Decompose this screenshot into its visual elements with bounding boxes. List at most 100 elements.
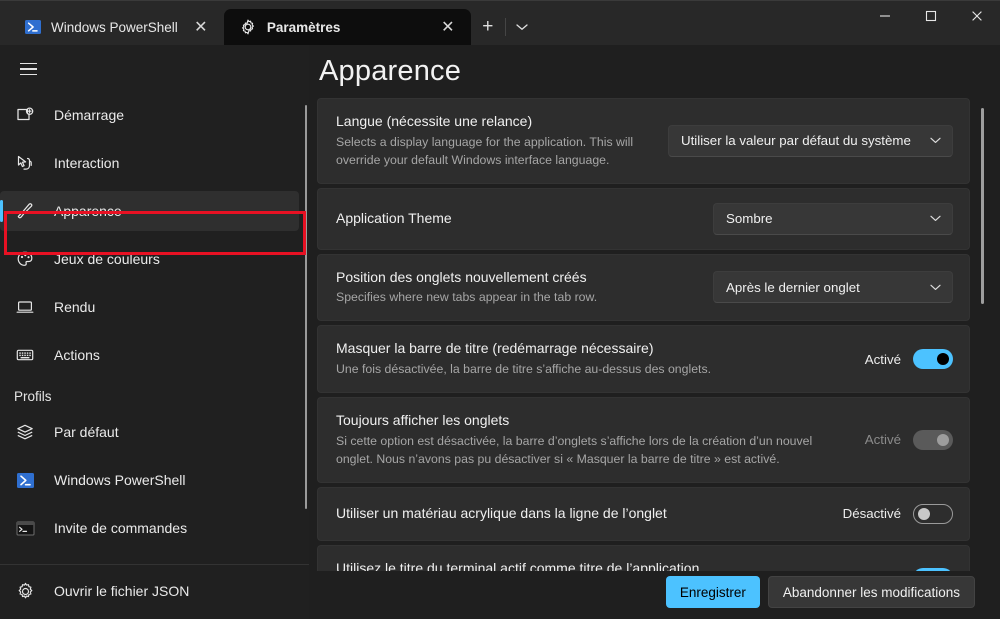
- setting-description: Si cette option est désactivée, la barre…: [336, 433, 813, 466]
- setting-text: Langue (nécessite une relance) Selects a…: [336, 112, 654, 170]
- setting-title: Toujours afficher les onglets: [336, 411, 510, 428]
- page-header: Apparence: [309, 45, 1000, 98]
- color-palette-icon: [14, 249, 36, 269]
- minimize-icon: [880, 15, 890, 17]
- hamburger-menu-icon[interactable]: [4, 49, 52, 89]
- tab-title: Windows PowerShell: [51, 19, 178, 35]
- setting-control: Activé: [865, 349, 953, 370]
- powershell-icon: [24, 19, 41, 36]
- laptop-icon: [14, 297, 36, 317]
- sidebar-footer: Ouvrir le fichier JSON: [0, 564, 309, 619]
- sidebar-item-demarrage[interactable]: Démarrage: [0, 95, 299, 135]
- sidebar-section-profils: Profils: [14, 389, 52, 404]
- sidebar-item-label: Par défaut: [54, 424, 119, 440]
- close-icon: [972, 11, 982, 21]
- sidebar-item-label: Invite de commandes: [54, 520, 188, 536]
- windows-terminal-window: Windows PowerShell ✕ Paramètres ✕ + Déma…: [0, 0, 1000, 619]
- toggle-knob: [937, 433, 949, 446]
- sidebar-item-rendu[interactable]: Rendu: [0, 287, 299, 327]
- setting-row-hide-title-bar: Masquer la barre de titre (redémarrage n…: [317, 325, 970, 393]
- command-prompt-icon: [14, 519, 36, 538]
- use-terminal-title-toggle[interactable]: [913, 568, 953, 571]
- chevron-down-icon: [516, 24, 528, 30]
- maximize-button[interactable]: [908, 0, 954, 32]
- layers-icon: [14, 422, 36, 442]
- setting-title: Utilisez le titre du terminal actif comm…: [336, 559, 700, 571]
- gear-icon: [14, 582, 36, 601]
- setting-row-use-terminal-title: Utilisez le titre du terminal actif comm…: [317, 544, 970, 571]
- powershell-icon: [14, 471, 36, 490]
- close-button[interactable]: [954, 0, 1000, 32]
- gear-icon: [240, 19, 257, 36]
- setting-title: Langue (nécessite une relance): [336, 113, 533, 129]
- sidebar-item-label: Démarrage: [54, 107, 125, 123]
- toggle-knob: [918, 507, 930, 520]
- page-title: Apparence: [319, 55, 462, 87]
- toggle-state-label: Activé: [864, 432, 901, 448]
- setting-row-acrylic-tab-row: Utiliser un matériau acrylique dans la l…: [317, 486, 970, 541]
- sidebar-item-apparence[interactable]: Apparence: [0, 191, 299, 231]
- setting-title: Masquer la barre de titre (redémarrage n…: [336, 340, 654, 357]
- setting-description: Selects a display language for the appli…: [336, 134, 634, 167]
- save-button[interactable]: Enregistrer: [665, 576, 760, 608]
- setting-row-language: Langue (nécessite une relance) Selects a…: [317, 98, 970, 184]
- setting-description: Une fois désactivée, la barre de titre s…: [336, 362, 712, 377]
- sidebar-scrollbar[interactable]: [305, 105, 307, 509]
- language-dropdown[interactable]: Utiliser la valeur par défaut du système: [668, 124, 953, 157]
- dropdown-value: Sombre: [726, 211, 773, 227]
- acrylic-tab-row-toggle[interactable]: [913, 503, 953, 524]
- sidebar-item-label: Apparence: [54, 203, 122, 219]
- sidebar-item-actions[interactable]: Actions: [0, 335, 299, 375]
- sidebar-item-interaction[interactable]: Interaction: [0, 143, 299, 183]
- startup-icon: [14, 105, 36, 125]
- tab-parametres[interactable]: Paramètres ✕: [223, 9, 471, 45]
- sidebar-item-jeux-de-couleurs[interactable]: Jeux de couleurs: [0, 239, 299, 279]
- discard-changes-button[interactable]: Abandonner les modifications: [767, 576, 975, 608]
- setting-text: Utilisez le titre du terminal actif comm…: [336, 559, 851, 571]
- main-scrollbar[interactable]: [981, 108, 984, 304]
- chevron-down-icon: [930, 284, 941, 291]
- setting-control: Activé: [865, 568, 953, 571]
- sidebar-profile-invite-de-commandes[interactable]: Invite de commandes: [0, 508, 299, 548]
- dropdown-value: Utiliser la valeur par défaut du système: [681, 133, 911, 149]
- setting-text: Position des onglets nouvellement créés …: [336, 268, 699, 308]
- setting-row-always-show-tabs: Toujours afficher les onglets Si cette o…: [317, 396, 970, 483]
- settings-main-panel: Apparence Langue (nécessite une relance)…: [309, 45, 1000, 619]
- hide-title-bar-toggle[interactable]: [913, 349, 953, 370]
- setting-control: Sombre: [713, 202, 953, 235]
- setting-title: Utiliser un matériau acrylique dans la l…: [336, 505, 667, 522]
- tab-close-button[interactable]: ✕: [435, 14, 461, 40]
- sidebar-profile-azure-cloud-shell[interactable]: Azure Cloud Shell: [0, 556, 299, 564]
- sidebar-item-label: Ouvrir le fichier JSON: [54, 583, 190, 599]
- minimize-button[interactable]: [862, 0, 908, 32]
- tab-title: Paramètres: [266, 19, 341, 35]
- chevron-down-icon: [930, 137, 941, 144]
- window-controls: [862, 0, 1000, 45]
- setting-title: Application Theme: [336, 210, 452, 227]
- tab-dropdown-button[interactable]: [504, 9, 539, 45]
- paintbrush-icon: [14, 201, 36, 221]
- sidebar-item-label: Interaction: [54, 155, 120, 171]
- tab-close-button[interactable]: ✕: [188, 14, 214, 40]
- setting-control: Désactivé: [843, 503, 953, 524]
- application-theme-dropdown[interactable]: Sombre: [713, 202, 953, 235]
- maximize-icon: [925, 10, 937, 22]
- interaction-cursor-icon: [14, 153, 36, 173]
- setting-text: Utiliser un matériau acrylique dans la l…: [336, 504, 829, 523]
- toggle-knob: [937, 353, 949, 366]
- sidebar-item-open-json-file[interactable]: Ouvrir le fichier JSON: [0, 571, 309, 611]
- tab-strip: Windows PowerShell ✕ Paramètres ✕ +: [0, 0, 539, 45]
- new-tab-position-dropdown[interactable]: Après le dernier onglet: [713, 271, 953, 304]
- sidebar-profile-windows-powershell[interactable]: Windows PowerShell: [0, 460, 299, 500]
- setting-description: Specifies where new tabs appear in the t…: [336, 290, 598, 305]
- tab-windows-powershell[interactable]: Windows PowerShell ✕: [8, 9, 224, 45]
- settings-sidebar: Démarrage Interaction Apparence Jeux de …: [0, 45, 309, 619]
- setting-title: Position des onglets nouvellement créés: [336, 268, 587, 285]
- sidebar-profile-par-defaut[interactable]: Par défaut: [0, 412, 299, 452]
- new-tab-button[interactable]: +: [471, 9, 505, 45]
- setting-text: Toujours afficher les onglets Si cette o…: [336, 411, 851, 469]
- setting-text: Application Theme: [336, 209, 699, 228]
- keyboard-icon: [14, 345, 36, 365]
- settings-footer: Enregistrer Abandonner les modifications: [309, 571, 1000, 619]
- chevron-down-icon: [930, 215, 941, 222]
